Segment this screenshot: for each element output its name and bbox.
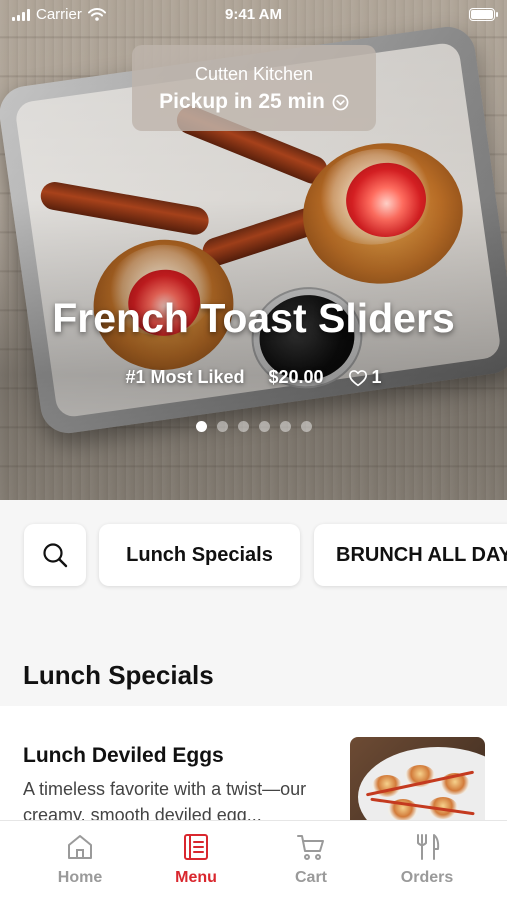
- likes[interactable]: 1: [348, 367, 382, 388]
- menu-item-name: Lunch Deviled Eggs: [23, 744, 224, 767]
- fork-knife-icon: [417, 834, 440, 860]
- cart-icon: [297, 835, 324, 860]
- menu-item-photo: [350, 737, 485, 820]
- home-icon: [68, 835, 92, 859]
- tab-menu[interactable]: Menu: [146, 833, 246, 887]
- pickup-time: Pickup in 25 min: [159, 90, 325, 113]
- tab-cart[interactable]: Cart: [261, 833, 361, 887]
- tab-cart-label: Cart: [294, 869, 327, 886]
- restaurant-name: Cutten Kitchen: [194, 64, 314, 84]
- menu-book-icon: [184, 834, 208, 860]
- hero-price: $20.00: [268, 367, 324, 387]
- battery-icon: [469, 8, 498, 21]
- category-bar: Lunch Specials BRUNCH ALL DAY: [0, 500, 507, 620]
- hero-title: French Toast Sliders: [52, 295, 455, 341]
- carousel-dot[interactable]: [258, 421, 270, 432]
- category-chip-lunch-specials[interactable]: Lunch Specials: [99, 524, 300, 586]
- search-button[interactable]: [24, 524, 86, 586]
- pickup-time-row[interactable]: Pickup in 25 min: [132, 90, 376, 114]
- carousel-dot[interactable]: [195, 421, 207, 432]
- status-bar: Carrier 9:41 AM: [0, 0, 507, 30]
- section-title: Lunch Specials: [23, 660, 214, 690]
- category-chip-brunch-all-day[interactable]: BRUNCH ALL DAY: [314, 524, 507, 586]
- tab-home[interactable]: Home: [30, 833, 130, 887]
- chevron-down-circle-icon: [332, 94, 349, 110]
- carousel-dot[interactable]: [237, 421, 249, 432]
- carousel-dots[interactable]: [0, 421, 507, 432]
- heart-icon: [348, 369, 367, 386]
- tab-orders-label: Orders: [400, 869, 454, 886]
- carousel-dot[interactable]: [279, 421, 291, 432]
- search-icon: [43, 543, 68, 568]
- tab-bar: Home Menu Cart Orders: [0, 820, 507, 900]
- status-time: 9:41 AM: [225, 6, 282, 23]
- menu-item-description: A timeless favorite with a twist—our cre…: [23, 779, 307, 820]
- popularity-badge: #1 Most Liked: [125, 367, 245, 387]
- carousel-dot[interactable]: [216, 421, 228, 432]
- tab-menu-label: Menu: [175, 869, 217, 886]
- carousel-dot[interactable]: [300, 421, 312, 432]
- hero-meta: #1 Most Liked $20.00 1: [0, 367, 507, 388]
- tab-orders[interactable]: Orders: [377, 833, 477, 887]
- pickup-selector[interactable]: Cutten Kitchen Pickup in 25 min: [132, 45, 376, 131]
- tab-home-label: Home: [57, 869, 103, 886]
- hero-banner[interactable]: Carrier 9:41 AM Cutten Kitchen Pickup in…: [0, 0, 507, 500]
- menu-item-card[interactable]: Lunch Deviled Eggs A timeless favorite w…: [0, 706, 507, 820]
- likes-count: 1: [371, 367, 382, 387]
